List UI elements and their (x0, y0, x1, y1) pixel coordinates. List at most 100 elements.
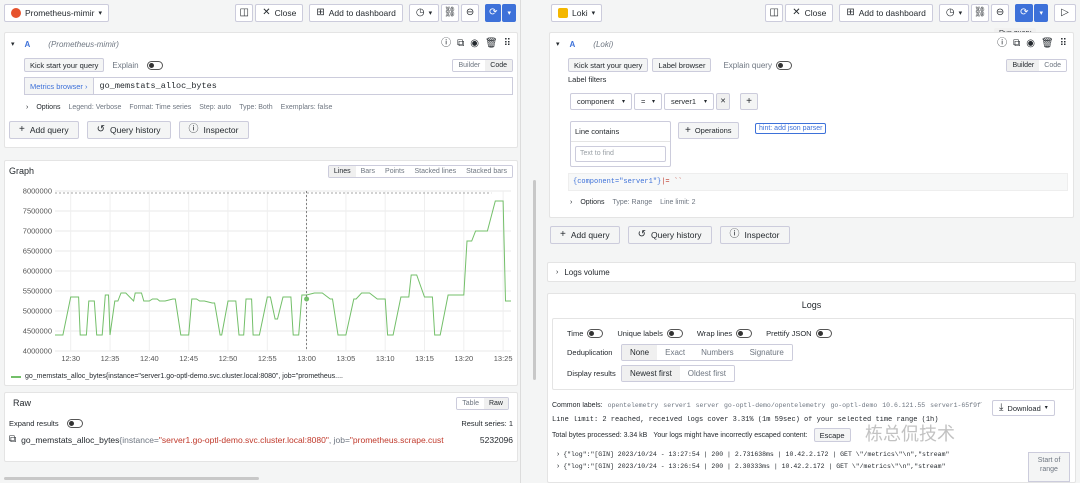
eye-icon[interactable]: ◉ (470, 39, 479, 49)
run-interval-dropdown[interactable]: ▾ (502, 4, 516, 22)
copy-icon[interactable]: ⧉ (1013, 39, 1020, 49)
legend-label[interactable]: go_memstats_alloc_bytes{instance="server… (25, 373, 343, 380)
eye-icon[interactable]: ◉ (1026, 39, 1035, 49)
expand-results-toggle[interactable] (66, 419, 83, 428)
metrics-browser-button[interactable]: Metrics browser › (24, 77, 94, 95)
add-query-button[interactable]: + Add query (9, 121, 79, 139)
label-browser-button[interactable]: Label browser (652, 58, 712, 72)
newest-first-button[interactable]: Newest first (622, 366, 680, 381)
start-of-range-button[interactable]: Start of range (1028, 452, 1070, 482)
query-history-button[interactable]: ↺ Query history (86, 121, 171, 139)
close-split-button[interactable]: ✕ Close (255, 4, 304, 22)
code-mode-button[interactable]: Code (1039, 59, 1066, 71)
log-row[interactable]: › {"log":"[GIN] 2023/10/24 - 13:26:54 | 2… (556, 463, 1024, 475)
add-to-dashboard-button[interactable]: ⊞ Add to dashboard (309, 4, 403, 22)
drag-handle-icon[interactable]: ⠿ (504, 39, 511, 49)
logs-toggles-row: Time Unique labels Wrap lines Prettify J… (567, 329, 1073, 338)
share-link-button[interactable]: ⛓ (971, 4, 990, 22)
mode-points[interactable]: Points (380, 165, 410, 177)
help-icon[interactable]: ⓘ (997, 39, 1007, 49)
inspector-button[interactable]: ⓘ Inspector (719, 226, 790, 244)
datasource-picker[interactable]: Loki ▾ (551, 4, 603, 22)
query-preview: {component="server1"} |= `` (568, 173, 1068, 191)
oldest-first-button[interactable]: Oldest first (679, 366, 735, 381)
unique-labels-toggle[interactable] (666, 329, 683, 338)
label-operator-select[interactable]: = ▾ (634, 93, 662, 110)
add-filter-button[interactable]: + (740, 93, 758, 110)
builder-mode-button[interactable]: Builder (1007, 59, 1040, 71)
trash-icon[interactable]: 🗑 (1041, 39, 1054, 49)
dedup-exact[interactable]: Exact (657, 345, 694, 360)
run-query-button[interactable]: ⟳ (1015, 4, 1034, 22)
query-ref-id[interactable]: A (570, 40, 576, 49)
time-picker-button[interactable]: ◷ ▾ (938, 4, 970, 22)
zoom-out-button[interactable]: ⊖ (461, 4, 480, 22)
trash-icon[interactable]: 🗑 (485, 39, 498, 49)
link-icon: ⛓ (973, 7, 987, 18)
chevron-right-icon: › (570, 199, 573, 206)
live-tail-button[interactable]: ▷ (1054, 4, 1076, 22)
kick-start-button[interactable]: Kick start your query (568, 58, 649, 72)
log-row[interactable]: › {"log":"[GIN] 2023/10/24 - 13:27:54 | 2… (556, 451, 1024, 463)
add-to-dashboard-button[interactable]: ⊞ Add to dashboard (839, 4, 933, 22)
help-icon[interactable]: ⓘ (441, 39, 451, 49)
chevron-down-icon: ▾ (651, 98, 655, 105)
zoom-out-button[interactable]: ⊖ (991, 4, 1010, 22)
split-icon-button[interactable]: ◫ (765, 4, 784, 22)
json-parser-hint[interactable]: hint: add json parser (755, 123, 827, 134)
share-link-button[interactable]: ⛓ (441, 4, 460, 22)
query-options-row[interactable]: › Options Type: Range Line limit: 2 (570, 199, 696, 206)
operations-button[interactable]: + Operations (678, 122, 739, 139)
logs-panel: Logs Time Unique labels Wrap lines Prett… (547, 293, 1076, 483)
line-contains-input[interactable]: Text to find (575, 146, 666, 162)
collapse-icon[interactable]: ▾ (556, 41, 560, 48)
query-options-row[interactable]: › Options Legend: Verbose Format: Time s… (26, 104, 517, 111)
builder-mode-button[interactable]: Builder (453, 59, 486, 71)
mode-bars[interactable]: Bars (355, 165, 381, 177)
refresh-icon: ⟳ (489, 7, 498, 18)
close-split-button[interactable]: ✕ Close (785, 4, 834, 22)
label-key-select[interactable]: component ▾ (570, 93, 632, 110)
clock-icon: ◷ (415, 7, 425, 18)
remove-filter-button[interactable]: ✕ (716, 93, 730, 110)
explain-toggle[interactable] (146, 60, 163, 70)
split-divider[interactable] (520, 0, 543, 483)
explain-query-toggle[interactable] (775, 60, 792, 70)
query-ref-id[interactable]: A (25, 40, 31, 49)
escape-button[interactable]: Escape (813, 428, 851, 442)
query-expression-input[interactable]: go_memstats_alloc_bytes (93, 77, 513, 95)
mode-stacked-lines[interactable]: Stacked lines (409, 165, 462, 177)
wrap-lines-toggle[interactable] (736, 329, 753, 338)
vertical-scrollbar[interactable] (533, 180, 536, 380)
split-icon-button[interactable]: ◫ (235, 4, 254, 22)
dedup-none[interactable]: None (622, 345, 658, 360)
time-picker-button[interactable]: ◷ ▾ (408, 4, 440, 22)
raw-view-button[interactable]: Raw (483, 397, 508, 409)
kick-start-button[interactable]: Kick start your query (24, 58, 105, 72)
collapse-icon[interactable]: ▾ (11, 41, 15, 48)
download-button[interactable]: ⤓ Download ▾ (992, 400, 1055, 416)
add-query-button[interactable]: + Add query (550, 226, 620, 244)
dedup-signature[interactable]: Signature (741, 345, 792, 360)
inspector-button[interactable]: ⓘ Inspector (178, 121, 249, 139)
datasource-picker[interactable]: Prometheus-mimir ▾ (4, 4, 109, 22)
horizontal-scrollbar[interactable] (4, 477, 259, 480)
label-value-select[interactable]: server1 ▾ (664, 93, 714, 110)
mode-lines[interactable]: Lines (328, 165, 356, 177)
code-mode-button[interactable]: Code (485, 59, 512, 71)
logs-volume-panel[interactable]: › Logs volume (547, 262, 1076, 282)
query-history-button[interactable]: ↺ Query history (627, 226, 712, 244)
run-interval-dropdown[interactable]: ▾ (1034, 4, 1048, 22)
table-view-button[interactable]: Table (457, 397, 484, 409)
time-toggle[interactable] (587, 329, 604, 338)
copy-icon[interactable]: ⧉ (457, 39, 464, 49)
chevron-down-icon: ▾ (621, 98, 625, 105)
dedup-numbers[interactable]: Numbers (693, 345, 742, 360)
drag-handle-icon[interactable]: ⠿ (1060, 39, 1067, 49)
mode-stacked-bars[interactable]: Stacked bars (461, 165, 512, 177)
copy-icon[interactable]: ⧉ (9, 435, 16, 445)
prettify-json-toggle[interactable] (815, 329, 832, 338)
dashboard-icon: ⊞ (316, 7, 325, 18)
run-query-button[interactable]: ⟳ (485, 4, 502, 22)
time-series-chart[interactable]: 8000000 7500000 7000000 6500000 6000000 55000… (5, 181, 517, 371)
